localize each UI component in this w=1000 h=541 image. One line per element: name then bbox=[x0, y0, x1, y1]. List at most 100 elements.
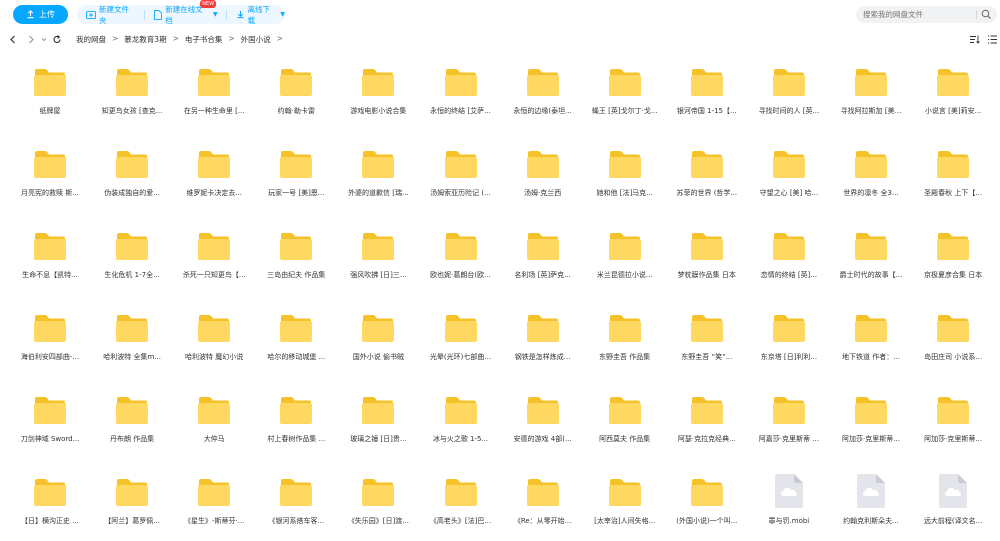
folder-item[interactable]: 丹布朗 作品集 bbox=[92, 377, 172, 459]
folder-item[interactable]: 杀死一只知更鸟【... bbox=[174, 213, 254, 295]
folder-item[interactable]: 光晕(光环)七部曲... bbox=[421, 295, 501, 377]
item-name: 光晕(光环)七部曲... bbox=[429, 353, 492, 361]
folder-item[interactable]: 名利场 [英]萨克... bbox=[503, 213, 583, 295]
folder-item[interactable]: 米兰昆德拉小说... bbox=[585, 213, 665, 295]
item-name: 玩家一号 [美]恩... bbox=[268, 189, 325, 197]
folder-item[interactable]: 银河帝国 1-15【... bbox=[667, 49, 747, 131]
folder-icon bbox=[362, 479, 395, 506]
folder-item[interactable]: 东野圭吾 作品集 bbox=[585, 295, 665, 377]
folder-item[interactable]: 知更鸟女孩 [查克... bbox=[92, 49, 172, 131]
new-online-doc-button[interactable]: 新建在线文档 ▼ NEW bbox=[145, 0, 218, 25]
item-name: 杀死一只知更鸟【... bbox=[182, 271, 246, 279]
folder-item[interactable]: 哈尔的移动城堡 ... bbox=[256, 295, 336, 377]
sort-icon[interactable] bbox=[969, 34, 980, 45]
folder-item[interactable]: 小说言 [美]莉安... bbox=[913, 49, 993, 131]
folder-icon bbox=[362, 315, 395, 342]
folder-item[interactable]: 永恒的边缘(泰坦... bbox=[503, 49, 583, 131]
search-input[interactable] bbox=[863, 10, 973, 19]
item-name: 知更鸟女孩 [查克... bbox=[101, 107, 163, 115]
upload-button[interactable]: 上传 bbox=[13, 5, 68, 24]
folder-item[interactable]: 海伯利安四部曲-... bbox=[10, 295, 90, 377]
folder-item[interactable]: 纸牌屋 bbox=[10, 49, 90, 131]
folder-item[interactable]: 梦枕貘作品集 日本 bbox=[667, 213, 747, 295]
folder-item[interactable]: 东京塔 [日]利利... bbox=[749, 295, 829, 377]
folder-item[interactable]: 维罗妮卡决定去... bbox=[174, 131, 254, 213]
folder-item[interactable]: 玩家一号 [美]恩... bbox=[256, 131, 336, 213]
folder-icon bbox=[608, 151, 641, 178]
folder-icon bbox=[937, 151, 970, 178]
back-arrow-icon[interactable] bbox=[8, 34, 18, 45]
folder-item[interactable]: 守望之心 [美] 哈... bbox=[749, 131, 829, 213]
folder-item[interactable]: 哈利波特 全集m... bbox=[92, 295, 172, 377]
folder-item[interactable]: 地下铁道 作者：... bbox=[831, 295, 911, 377]
folder-icon bbox=[526, 479, 559, 506]
folder-item[interactable]: 寻找时间的人 [英... bbox=[749, 49, 829, 131]
folder-item[interactable]: 冰与火之歌 1-5... bbox=[421, 377, 501, 459]
folder-icon bbox=[937, 315, 970, 342]
chevron-down-icon: ▼ bbox=[212, 11, 218, 18]
folder-item[interactable]: 岛田庄司 小说系... bbox=[913, 295, 993, 377]
item-name: 守望之心 [美] 哈... bbox=[759, 189, 819, 197]
folder-item[interactable]: 大仲马 bbox=[174, 377, 254, 459]
forward-arrow-icon[interactable] bbox=[26, 34, 36, 45]
item-name: 《Re：从零开始... bbox=[513, 517, 572, 525]
offline-download-button[interactable]: 离线下载 ▼ bbox=[227, 5, 286, 25]
search-icon[interactable] bbox=[980, 8, 993, 21]
folder-item[interactable]: 哈利波特 魔幻小说 bbox=[174, 295, 254, 377]
folder-item[interactable]: 刀剑神域 Sword... bbox=[10, 377, 90, 459]
history-dropdown-icon[interactable] bbox=[39, 34, 49, 45]
folder-item[interactable]: 国外小说 偷书贼 bbox=[338, 295, 418, 377]
folder-item[interactable]: 蝇王 [英]戈尔丁·戈... bbox=[585, 49, 665, 131]
folder-item[interactable]: 生命不息【凯特... bbox=[10, 213, 90, 295]
refresh-icon[interactable] bbox=[52, 34, 62, 45]
folder-item[interactable]: 外婆的道歉信 [瑞... bbox=[338, 131, 418, 213]
folder-item[interactable]: 阿加莎·克里斯蒂... bbox=[913, 377, 993, 459]
breadcrumb-item[interactable]: 我的网盘 bbox=[76, 34, 106, 45]
folder-item[interactable]: 生化危机 1-7全... bbox=[92, 213, 172, 295]
folder-item[interactable]: 爵士时代的故事【... bbox=[831, 213, 911, 295]
item-name: 《银河系搭车客... bbox=[268, 517, 325, 525]
chevron-right-icon: > bbox=[276, 34, 283, 43]
folder-item[interactable]: 安德的游戏 4部(... bbox=[503, 377, 583, 459]
folder-item[interactable]: 三岛由纪夫 作品集 bbox=[256, 213, 336, 295]
folder-item[interactable]: 世界的凛冬 全3... bbox=[831, 131, 911, 213]
folder-icon bbox=[855, 69, 887, 96]
folder-item[interactable]: 强风吹拂 [日]三... bbox=[338, 213, 418, 295]
folder-item[interactable]: 村上春树作品集 ... bbox=[256, 377, 336, 459]
folder-icon bbox=[444, 233, 477, 260]
list-view-icon[interactable] bbox=[987, 34, 998, 45]
breadcrumb-item[interactable]: 慕龙教育3期 bbox=[124, 34, 166, 45]
folder-item[interactable]: 她和他 [法]马克... bbox=[585, 131, 665, 213]
folder-item[interactable]: 京极夏彦合集 日本 bbox=[913, 213, 993, 295]
folder-icon bbox=[526, 233, 559, 260]
folder-item[interactable]: 月亮宪的救赎 斯... bbox=[10, 131, 90, 213]
folder-icon bbox=[526, 69, 559, 96]
folder-item[interactable]: 伪装成独自的爱... bbox=[92, 131, 172, 213]
folder-item[interactable]: 恋情的终结 [英]... bbox=[749, 213, 829, 295]
folder-item[interactable]: 玻璃之锤 [日]贵... bbox=[338, 377, 418, 459]
folder-icon bbox=[198, 233, 231, 260]
new-folder-button[interactable]: 新建文件夹 bbox=[77, 5, 136, 25]
breadcrumb-item[interactable]: 电子书合集 bbox=[185, 34, 223, 45]
folder-item[interactable]: 圣殿春秋 上下【... bbox=[913, 131, 993, 213]
folder-item[interactable]: 汤姆索亚历险记 (... bbox=[421, 131, 501, 213]
folder-item[interactable]: 约翰·勒卡雷 bbox=[256, 49, 336, 131]
folder-item[interactable]: 东野圭吾 “笑”... bbox=[667, 295, 747, 377]
folder-item[interactable]: 欧也妮·葛朗台(欧... bbox=[421, 213, 501, 295]
folder-icon bbox=[198, 397, 231, 424]
folder-item[interactable]: 在另一种生命里 [... bbox=[174, 49, 254, 131]
folder-item[interactable]: 苏菲的世界 (哲学... bbox=[667, 131, 747, 213]
folder-item[interactable]: 阿瑟·克拉克经典... bbox=[667, 377, 747, 459]
folder-item[interactable]: 阿嘉莎·克里斯蒂 ... bbox=[749, 377, 829, 459]
folder-item[interactable]: 汤姆·克兰西 bbox=[503, 131, 583, 213]
folder-item[interactable]: 永恒的终结 [艾萨... bbox=[421, 49, 501, 131]
search-box bbox=[856, 6, 997, 23]
breadcrumb-item[interactable]: 外国小说 bbox=[241, 34, 271, 45]
folder-item[interactable]: 游戏电影小说合集 bbox=[338, 49, 418, 131]
chevron-down-icon: ▼ bbox=[280, 11, 286, 18]
folder-item[interactable]: 阿加莎·克里斯蒂... bbox=[831, 377, 911, 459]
folder-item[interactable]: 阿西莫夫 作品集 bbox=[585, 377, 665, 459]
folder-item[interactable]: 钢铁是怎样炼成... bbox=[503, 295, 583, 377]
folder-icon bbox=[690, 69, 723, 96]
folder-item[interactable]: 寻找阿拉斯加 [美... bbox=[831, 49, 911, 131]
